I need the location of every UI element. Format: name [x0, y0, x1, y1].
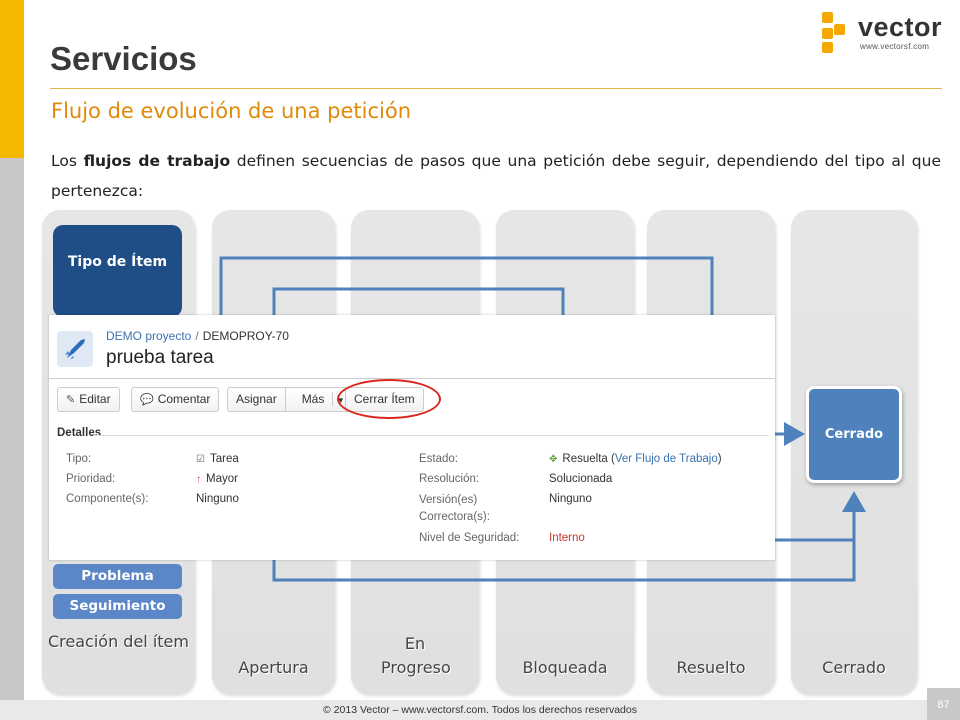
task-icon: ☑	[196, 454, 205, 465]
page-number: 87	[927, 688, 960, 720]
breadcrumb: DEMO proyecto / DEMOPROY-70	[106, 329, 289, 343]
panel-divider	[49, 378, 775, 379]
action-button-group: Asignar Más ▼	[227, 387, 354, 412]
field-label-nivel: Nivel de Seguridad:	[419, 532, 520, 544]
workflow-link[interactable]: Ver Flujo de Trabajo	[615, 453, 718, 465]
tipo-de-item-box: Tipo de Ítem	[53, 225, 182, 317]
field-value-nivel: Interno	[549, 532, 585, 544]
prioridad-value-text: Mayor	[206, 473, 238, 485]
cerrado-state-box: Cerrado	[806, 386, 902, 483]
details-divider	[93, 435, 769, 436]
edit-button[interactable]: ✎ Editar	[57, 387, 120, 412]
field-value-componentes: Ninguno	[196, 493, 239, 505]
pencil-icon: ✎	[66, 394, 76, 406]
field-value-tipo: ☑ Tarea	[196, 452, 239, 467]
breadcrumb-issue-key[interactable]: DEMOPROY-70	[203, 329, 289, 343]
rocket-icon	[57, 331, 93, 367]
field-label-prioridad: Prioridad:	[66, 473, 116, 485]
comment-button-label: Comentar	[157, 392, 211, 406]
field-label-resolucion: Resolución:	[419, 473, 480, 485]
breadcrumb-project-link[interactable]: DEMO proyecto	[106, 329, 191, 343]
priority-up-icon: ↑	[196, 474, 201, 485]
more-button-label: Más	[293, 392, 334, 406]
highlight-ring	[337, 379, 441, 419]
field-label-version: Versión(es) Correctora(s):	[419, 494, 490, 523]
status-resolved-icon: ✥	[549, 454, 558, 465]
type-pill-problema: Problema	[53, 564, 182, 589]
details-heading: Detalles	[57, 427, 102, 439]
comment-icon: 💬	[140, 394, 154, 406]
field-value-version: Ninguno	[549, 493, 592, 505]
breadcrumb-separator: /	[195, 329, 199, 343]
type-pill-seguimiento: Seguimiento	[53, 594, 182, 619]
issue-panel: DEMO proyecto / DEMOPROY-70 prueba tarea ✎…	[49, 315, 775, 560]
estado-value-text: Resuelta	[562, 453, 608, 465]
flow-line-resuelto	[775, 491, 866, 542]
comment-button[interactable]: 💬 Comentar	[131, 387, 220, 412]
tipo-value-text: Tarea	[209, 453, 239, 465]
footer-copyright: © 2013 Vector – www.vectorsf.com. Todos …	[323, 704, 637, 716]
field-label-estado: Estado:	[419, 453, 458, 465]
edit-button-label: Editar	[79, 392, 111, 406]
field-label-tipo: Tipo:	[66, 453, 92, 465]
field-value-resolucion: Solucionada	[549, 473, 613, 485]
issue-title: prueba tarea	[106, 347, 214, 368]
assign-button[interactable]: Asignar	[228, 388, 286, 411]
field-label-componentes: Componente(s):	[66, 493, 149, 505]
field-value-estado: ✥ Resuelta (Ver Flujo de Trabajo)	[549, 453, 722, 465]
field-value-prioridad: ↑ Mayor	[196, 472, 238, 487]
